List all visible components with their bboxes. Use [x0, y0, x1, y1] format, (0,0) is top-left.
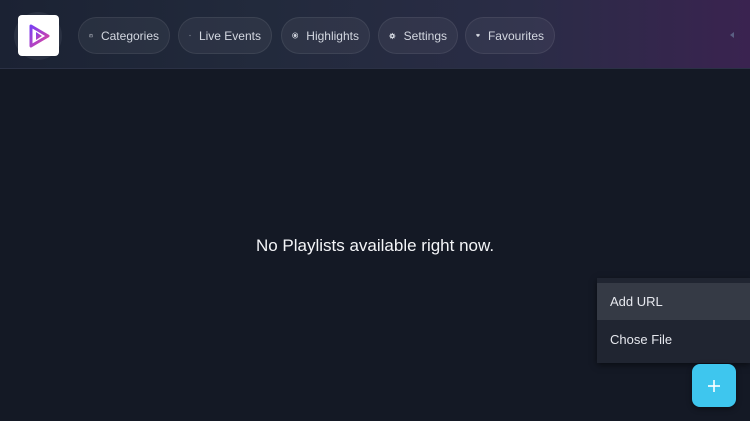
nav-highlights[interactable]: Highlights [281, 17, 370, 54]
menu-item-add-url[interactable]: Add URL [597, 283, 750, 320]
play-logo-icon [29, 24, 49, 47]
nav-categories[interactable]: Categories [78, 17, 170, 54]
add-playlist-button[interactable] [692, 364, 736, 407]
top-navigation-bar: Categories Live Events Highlights Settin… [0, 0, 750, 69]
empty-playlists-message: No Playlists available right now. [255, 236, 495, 255]
menu-item-choose-file[interactable]: Chose File [597, 321, 750, 358]
plus-icon [708, 379, 720, 392]
add-playlist-menu: Add URL Chose File [597, 278, 750, 363]
tv-icon [89, 33, 93, 38]
nav-categories-label: Categories [100, 28, 159, 43]
chevron-left-icon[interactable] [728, 31, 736, 39]
heart-icon [476, 33, 480, 38]
broadcast-icon [189, 34, 191, 37]
app-window: Categories Live Events Highlights Settin… [0, 0, 750, 421]
record-icon [292, 32, 299, 39]
nav-live-events[interactable]: Live Events [178, 17, 272, 54]
nav-live-events-label: Live Events [198, 28, 261, 43]
nav-settings-label: Settings [403, 28, 447, 43]
nav-favourites-label: Favourites [487, 28, 544, 43]
nav-favourites[interactable]: Favourites [465, 17, 555, 54]
gear-icon [389, 32, 396, 39]
app-logo[interactable] [18, 15, 59, 56]
nav-highlights-label: Highlights [306, 28, 359, 43]
nav-settings[interactable]: Settings [378, 17, 458, 54]
